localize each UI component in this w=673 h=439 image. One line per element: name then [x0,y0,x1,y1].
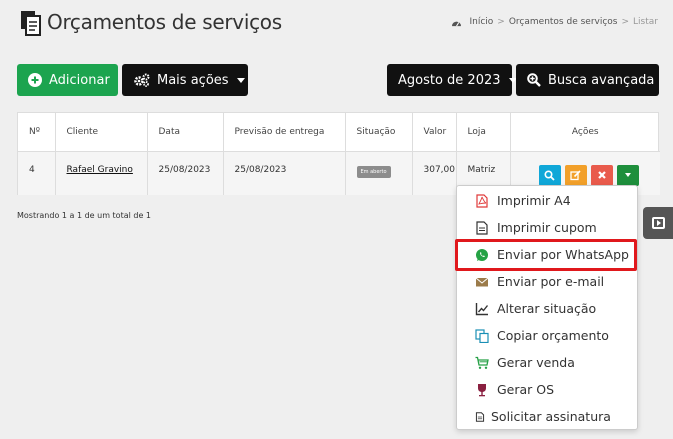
menu-item-label: Imprimir cupom [497,220,597,235]
cell-value: 307,00 [412,151,457,195]
menu-item-generate-os[interactable]: Gerar OS [457,377,637,402]
edit-icon [570,169,581,180]
row-actions-dropdown: Imprimir A4 Imprimir cupom Enviar por Wh… [456,185,638,430]
menu-item-send-email[interactable]: Enviar por e-mail [457,269,637,294]
column-header-client[interactable]: Cliente [55,113,148,152]
add-button[interactable]: Adicionar [17,64,118,96]
menu-item-label: Enviar por e-mail [497,274,605,289]
menu-item-label: Alterar situação [497,301,597,316]
search-icon [544,169,555,181]
menu-item-send-whatsapp[interactable]: Enviar por WhatsApp [457,242,637,267]
file-icon [476,220,488,235]
document-icon [21,11,41,36]
cell-date: 25/08/2023 [147,151,224,195]
cell-number: 4 [18,151,56,195]
menu-item-request-signature[interactable]: Solicitar assinatura [457,404,637,429]
delete-button[interactable] [590,164,613,186]
caret-down-icon [236,77,245,83]
view-button[interactable] [538,164,561,186]
menu-item-label: Solicitar assinatura [491,409,611,424]
breadcrumb-separator: > [621,17,630,27]
more-row-actions-button[interactable] [616,164,639,186]
cart-icon [475,356,489,369]
chart-line-icon [475,302,489,315]
close-icon [597,171,606,179]
status-badge: Em aberto [356,165,391,178]
column-header-number[interactable]: Nº [18,113,56,152]
row-actions [522,164,661,186]
menu-item-generate-sale[interactable]: Gerar venda [457,350,637,375]
copy-icon [475,328,489,343]
more-actions-button[interactable]: Mais ações [122,64,248,96]
client-link[interactable]: Rafael Gravino [67,165,133,175]
search-plus-icon [527,73,541,87]
menu-item-copy-budget[interactable]: Copiar orçamento [457,323,637,348]
play-square-icon [651,217,665,229]
add-button-label: Adicionar [49,72,110,88]
wine-glass-icon [478,383,486,396]
menu-item-change-status[interactable]: Alterar situação [457,296,637,321]
whatsapp-icon [476,248,488,261]
edit-button[interactable] [564,164,587,186]
envelope-icon [475,277,489,286]
cell-delivery: 25/08/2023 [223,151,346,195]
menu-item-print-receipt[interactable]: Imprimir cupom [457,215,637,240]
breadcrumb-budgets[interactable]: Orçamentos de serviços [509,17,618,27]
column-header-status[interactable]: Situação [345,113,413,152]
menu-item-label: Gerar OS [497,382,555,397]
dashboard-icon [452,21,462,26]
advanced-search-label: Busca avançada [548,72,655,88]
pdf-icon [476,193,488,208]
column-header-date[interactable]: Data [147,113,224,152]
menu-item-label: Enviar por WhatsApp [497,247,629,262]
page-title: Orçamentos de serviços [47,10,282,34]
menu-item-label: Gerar venda [497,355,575,370]
menu-item-print-a4[interactable]: Imprimir A4 [457,188,637,213]
month-selector-button[interactable]: Agosto de 2023 [387,64,517,96]
menu-item-label: Copiar orçamento [497,328,609,343]
column-header-delivery[interactable]: Previsão de entrega [223,113,346,152]
pagination-summary: Mostrando 1 a 1 de um total de 1 [17,211,152,220]
breadcrumb: Início > Orçamentos de serviços > Listar [451,17,658,27]
advanced-search-button[interactable]: Busca avançada [516,64,659,96]
gears-icon [134,73,150,87]
side-panel-toggle[interactable] [643,207,673,239]
breadcrumb-separator: > [497,17,505,27]
column-header-actions: Ações [510,113,660,152]
signature-file-icon [475,411,485,422]
column-header-value[interactable]: Valor [412,113,457,152]
more-actions-label: Mais ações [157,72,229,88]
menu-item-label: Imprimir A4 [497,193,571,208]
plus-circle-icon [28,73,42,87]
breadcrumb-current: Listar [633,17,658,27]
budgets-table: Nº Cliente Data Previsão de entrega Situ… [17,112,661,195]
page-header: Orçamentos de serviços Início > Orçament… [0,0,673,50]
caret-down-icon [624,173,631,177]
month-label: Agosto de 2023 [398,72,501,88]
breadcrumb-home[interactable]: Início [469,17,493,27]
column-header-store[interactable]: Loja [456,113,511,152]
